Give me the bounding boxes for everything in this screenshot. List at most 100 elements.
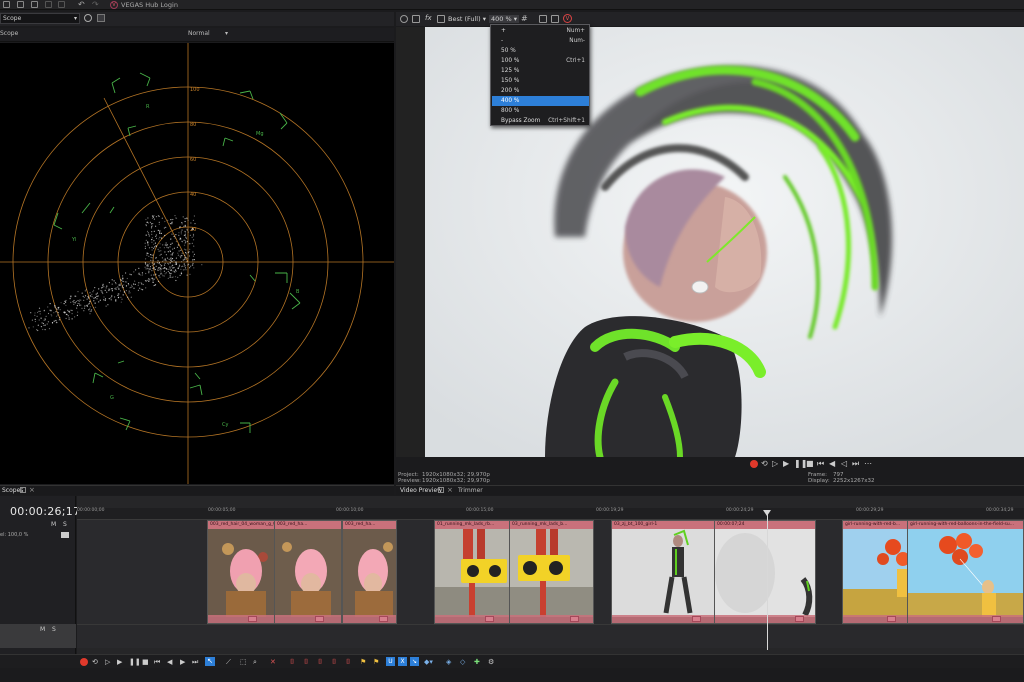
- mute-button[interactable]: M: [40, 626, 45, 633]
- solo-button[interactable]: S: [63, 521, 67, 528]
- auto-ripple-menu-icon[interactable]: ◆▾: [424, 658, 433, 666]
- clip-fx-icon[interactable]: [692, 616, 701, 622]
- forward-icon[interactable]: ▶: [180, 658, 185, 666]
- zoom-menu-item[interactable]: + Num+: [492, 26, 589, 36]
- scope-settings-icon[interactable]: [84, 14, 92, 22]
- trim-icon[interactable]: ⌷: [290, 658, 294, 667]
- redo-icon[interactable]: ↷: [92, 0, 99, 9]
- save-snapshot-icon[interactable]: [551, 15, 559, 23]
- lock-icon[interactable]: ⌷: [346, 658, 350, 667]
- step-back-icon[interactable]: ◁: [841, 459, 847, 468]
- close-icon[interactable]: ×: [447, 486, 453, 494]
- time-ruler[interactable]: 00:00:00;00 00:00:05;00 00:00:10;00 00:0…: [77, 508, 1024, 520]
- zoom-menu-item[interactable]: Bypass Zoom Ctrl+Shift+1: [492, 116, 589, 126]
- scope-type-select[interactable]: Scope ▾: [0, 13, 80, 24]
- clip-fx-icon[interactable]: [315, 616, 324, 622]
- go-start-icon[interactable]: ⏮: [154, 658, 160, 667]
- settings-icon[interactable]: ⚙: [488, 658, 494, 666]
- scope-refresh-icon[interactable]: [97, 14, 105, 22]
- clip-fx-icon[interactable]: [379, 616, 388, 622]
- ignore-grouping-icon[interactable]: ◇: [460, 658, 465, 666]
- normal-edit-tool-icon[interactable]: ↖: [205, 657, 215, 666]
- zoom-menu-item[interactable]: 800 %: [492, 106, 589, 116]
- play-icon[interactable]: ▶: [117, 658, 122, 666]
- envelope-tool-icon[interactable]: ⟋: [226, 658, 231, 667]
- video-clip[interactable]: 003_red_hair_04_woman_g_0...: [207, 520, 275, 624]
- clip-fx-icon[interactable]: [485, 616, 494, 622]
- loop-icon[interactable]: ⟲: [761, 459, 768, 468]
- rewind-icon[interactable]: ◀: [829, 459, 835, 468]
- zoom-menu-item[interactable]: 125 %: [492, 66, 589, 76]
- clip-fx-icon[interactable]: [570, 616, 579, 622]
- video-clip[interactable]: 00:00:07;24: [714, 520, 816, 624]
- tab-video-preview[interactable]: Video Preview: [400, 487, 442, 494]
- video-clip[interactable]: 003_red_ha...: [274, 520, 342, 624]
- delete-icon[interactable]: ✕: [270, 658, 276, 666]
- solo-button[interactable]: S: [52, 626, 56, 633]
- trim-start-icon[interactable]: ⌷: [304, 658, 308, 667]
- copy-snapshot-icon[interactable]: [539, 15, 547, 23]
- split-screen-icon[interactable]: [437, 15, 445, 23]
- grid-icon[interactable]: #: [521, 14, 528, 23]
- selection-tool-icon[interactable]: ⬚: [240, 658, 247, 666]
- play-from-start-icon[interactable]: ▷: [105, 658, 110, 666]
- zoom-menu-item[interactable]: 100 % Ctrl+1: [492, 56, 589, 66]
- go-end-icon[interactable]: ⏭: [192, 658, 198, 667]
- video-clip[interactable]: girl-running-with-red-b...: [842, 520, 908, 624]
- hub-login[interactable]: V VEGAS Hub Login: [110, 0, 178, 10]
- play-from-start-icon[interactable]: ▷: [772, 459, 778, 468]
- zoom-menu-item-selected[interactable]: 400 %: [492, 96, 589, 106]
- quality-select[interactable]: Best (Full) ▾: [448, 15, 486, 23]
- close-icon[interactable]: ×: [29, 486, 35, 494]
- video-clip[interactable]: 01_running_mk_lads_rb...: [434, 520, 510, 624]
- rewind-icon[interactable]: ◀: [167, 658, 172, 666]
- auto-crossfade-icon[interactable]: X: [398, 657, 407, 666]
- zoom-menu-item[interactable]: 150 %: [492, 76, 589, 86]
- zoom-menu-item[interactable]: - Num-: [492, 36, 589, 46]
- tab-trimmer[interactable]: Trimmer: [458, 487, 483, 494]
- record-button[interactable]: [750, 460, 758, 468]
- prev-frame-icon[interactable]: ⏮: [817, 459, 824, 469]
- more-icon[interactable]: ⋯: [864, 459, 872, 468]
- zoom-menu-item[interactable]: 50 %: [492, 46, 589, 56]
- vegas-logo-icon[interactable]: V: [563, 14, 572, 23]
- new-icon[interactable]: [3, 1, 10, 8]
- open-icon[interactable]: [17, 1, 24, 8]
- zoom-menu-item[interactable]: 200 %: [492, 86, 589, 96]
- clip-fx-icon[interactable]: [795, 616, 804, 622]
- group-icon[interactable]: ✚: [474, 658, 480, 666]
- track-level[interactable]: el: 100,0 %: [0, 532, 28, 538]
- preview-settings-icon[interactable]: [400, 15, 408, 23]
- ripple-icon[interactable]: ↘: [410, 657, 419, 666]
- clip-fx-icon[interactable]: [992, 616, 1001, 622]
- region-icon[interactable]: ⚑: [373, 658, 379, 666]
- trim-end-icon[interactable]: ⌷: [318, 658, 322, 667]
- cut-icon[interactable]: [45, 1, 52, 8]
- split-icon[interactable]: ⌷: [332, 658, 336, 667]
- clip-fx-icon[interactable]: [887, 616, 896, 622]
- record-button[interactable]: [80, 658, 88, 666]
- zoom-tool-icon[interactable]: ⌕: [253, 658, 257, 667]
- pause-icon[interactable]: ❚❚: [129, 658, 141, 666]
- clip-fx-icon[interactable]: [248, 616, 257, 622]
- video-clip[interactable]: 003_red_ha...: [342, 520, 397, 624]
- playhead[interactable]: [767, 510, 768, 650]
- mute-button[interactable]: M: [51, 521, 56, 528]
- marker-icon[interactable]: ⚑: [360, 658, 366, 666]
- settings-icon[interactable]: [31, 1, 38, 8]
- video-clip[interactable]: 03_zj_bt_100_girl-1: [611, 520, 715, 624]
- next-frame-icon[interactable]: ⏭: [852, 459, 859, 469]
- loop-icon[interactable]: ⟲: [92, 658, 98, 666]
- timecode-display[interactable]: 00:00:26;17: [10, 505, 80, 518]
- stop-icon[interactable]: ■: [142, 658, 149, 666]
- scope-mode-select[interactable]: Normal ▾: [188, 30, 228, 37]
- level-slider-handle[interactable]: [61, 532, 69, 538]
- snap-icon[interactable]: U: [386, 657, 395, 666]
- zoom-select[interactable]: 400 % ▾: [489, 15, 519, 23]
- video-fx-icon[interactable]: fx: [425, 14, 432, 22]
- lock-envelopes-icon[interactable]: ◈: [446, 658, 451, 666]
- undo-icon[interactable]: ↶: [78, 0, 85, 9]
- video-clip[interactable]: girl-running-with-red-balloons-in-the-fi…: [907, 520, 1024, 624]
- undock-icon[interactable]: [20, 487, 26, 493]
- play-icon[interactable]: ▶: [783, 459, 789, 468]
